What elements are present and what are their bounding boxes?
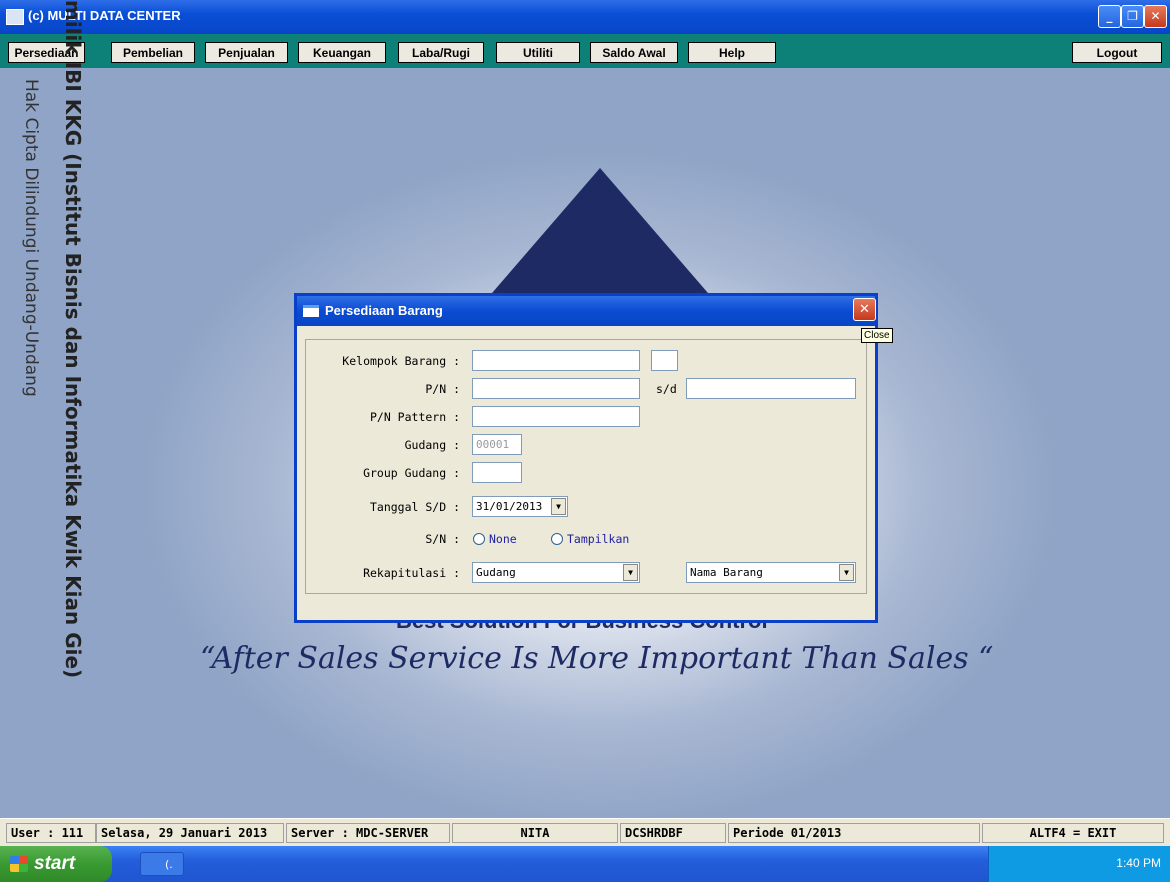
windows-logo-icon bbox=[10, 856, 28, 872]
sn-none-radio[interactable] bbox=[473, 533, 485, 545]
kelompok-input[interactable] bbox=[472, 350, 640, 371]
status-user: User : 111 bbox=[6, 823, 96, 843]
menu-help[interactable]: Help bbox=[688, 42, 776, 63]
taskbar: start (. 1:40 PM bbox=[0, 846, 1170, 882]
tanggal-value: 31/01/2013 bbox=[476, 500, 543, 513]
pn-sd-label: s/d bbox=[656, 382, 677, 396]
start-label: start bbox=[34, 853, 76, 874]
window-icon bbox=[303, 305, 319, 317]
watermark-copyright-text: Hak Cipta Dilindungi Undang-Undang bbox=[21, 79, 41, 397]
menu-laba-rugi[interactable]: Laba/Rugi bbox=[398, 42, 484, 63]
group-gudang-input[interactable] bbox=[472, 462, 522, 483]
chevron-down-icon[interactable]: ▼ bbox=[623, 564, 638, 581]
watermark-institution-text: milik IBI KKG (Institut Bisnis dan Infor… bbox=[61, 0, 85, 678]
sn-none-label[interactable]: None bbox=[489, 532, 517, 546]
app-icon bbox=[6, 9, 24, 25]
menu-saldo-awal[interactable]: Saldo Awal bbox=[590, 42, 678, 63]
taskbar-app-item[interactable]: (. bbox=[140, 852, 184, 876]
clock: 1:40 PM bbox=[1116, 856, 1161, 870]
kelompok-code-input[interactable] bbox=[651, 350, 678, 371]
menu-utiliti[interactable]: Utiliti bbox=[496, 42, 580, 63]
dialog-title: Persediaan Barang bbox=[325, 303, 443, 318]
filter-group: Kelompok Barang : P/N : s/d P/N Pattern … bbox=[305, 339, 867, 594]
restore-button[interactable]: ❐ bbox=[1121, 5, 1144, 28]
sn-tampilkan-radio[interactable] bbox=[551, 533, 563, 545]
window-titlebar: (c) MULTI DATA CENTER _ ❐ ✕ bbox=[0, 0, 1170, 34]
sn-tampilkan-label[interactable]: Tampilkan bbox=[567, 532, 629, 546]
window-title: (c) MULTI DATA CENTER bbox=[28, 8, 181, 23]
tanggal-label: Tanggal S/D : bbox=[369, 500, 460, 514]
dialog-close-button[interactable]: ✕ bbox=[853, 298, 876, 321]
status-database: DCSHRDBF bbox=[620, 823, 726, 843]
menu-bar: Persediaan Pembelian Penjualan Keuangan … bbox=[0, 34, 1170, 68]
sort-select[interactable]: Nama Barang ▼ bbox=[686, 562, 856, 583]
window-close-button[interactable]: ✕ bbox=[1144, 5, 1167, 28]
menu-keuangan[interactable]: Keuangan bbox=[298, 42, 386, 63]
logout-button[interactable]: Logout bbox=[1072, 42, 1162, 63]
pn-from-input[interactable] bbox=[472, 378, 640, 399]
rekap-label: Rekapitulasi : bbox=[363, 566, 460, 580]
status-date: Selasa, 29 Januari 2013 bbox=[96, 823, 284, 843]
chevron-down-icon[interactable]: ▼ bbox=[839, 564, 854, 581]
status-bar: User : 111 Selasa, 29 Januari 2013 Serve… bbox=[0, 818, 1170, 847]
rekap-select[interactable]: Gudang ▼ bbox=[472, 562, 640, 583]
system-tray: 1:40 PM bbox=[988, 846, 1170, 882]
status-username: NITA bbox=[452, 823, 618, 843]
menu-pembelian[interactable]: Pembelian bbox=[111, 42, 195, 63]
start-button[interactable]: start bbox=[0, 846, 112, 882]
sort-value: Nama Barang bbox=[690, 566, 763, 579]
status-server: Server : MDC-SERVER bbox=[286, 823, 450, 843]
sn-label: S/N : bbox=[425, 532, 460, 546]
kelompok-label: Kelompok Barang : bbox=[342, 354, 460, 368]
pattern-input[interactable] bbox=[472, 406, 640, 427]
watermark-institution: milik IBI KKG (Institut Bisnis dan Infor… bbox=[61, 0, 85, 678]
close-tooltip: Close bbox=[861, 328, 893, 343]
pattern-label: P/N Pattern : bbox=[369, 410, 460, 424]
menu-penjualan[interactable]: Penjualan bbox=[205, 42, 288, 63]
dialog-titlebar: Persediaan Barang ✕ bbox=[297, 296, 876, 326]
status-periode: Periode 01/2013 bbox=[728, 823, 980, 843]
persediaan-dialog: Persediaan Barang ✕ Kelompok Barang : P/… bbox=[294, 293, 878, 623]
tanggal-picker[interactable]: 31/01/2013 ▼ bbox=[472, 496, 568, 517]
pn-label: P/N : bbox=[425, 382, 460, 396]
gudang-label: Gudang : bbox=[404, 438, 460, 452]
rekap-value: Gudang bbox=[476, 566, 516, 579]
group-gudang-label: Group Gudang : bbox=[363, 466, 460, 480]
chevron-down-icon[interactable]: ▼ bbox=[551, 498, 566, 515]
minimize-button[interactable]: _ bbox=[1098, 5, 1121, 28]
tagline: “After Sales Service Is More Important T… bbox=[200, 641, 994, 676]
pn-to-input[interactable] bbox=[686, 378, 856, 399]
watermark-copyright: Hak Cipta Dilindungi Undang-Undang bbox=[21, 79, 41, 397]
status-exit-hint: ALTF4 = EXIT bbox=[982, 823, 1164, 843]
gudang-input: 00001 bbox=[472, 434, 522, 455]
